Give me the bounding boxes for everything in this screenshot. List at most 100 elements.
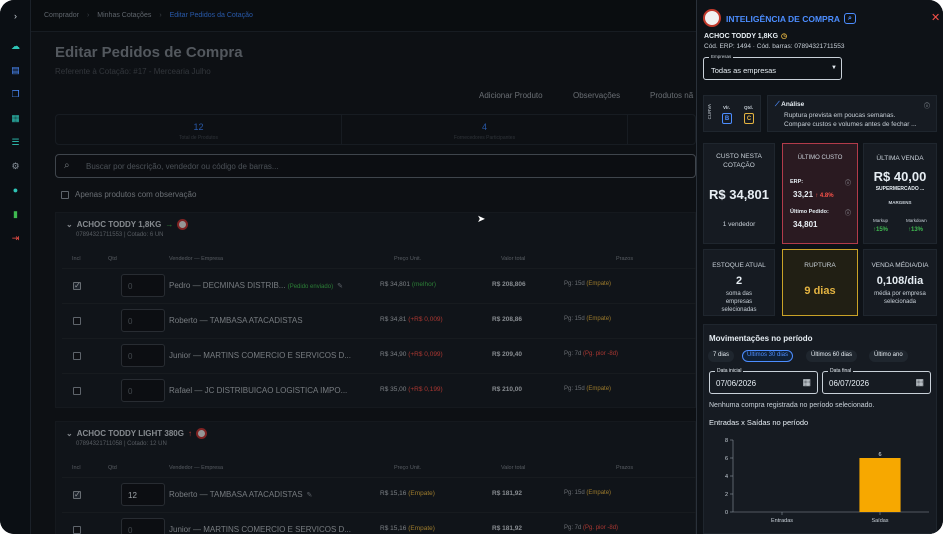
range-30-days[interactable]: Últimos 30 dias [742, 350, 794, 362]
card-sub: 1 vendedor [722, 221, 756, 228]
panel-title: INTELIGÊNCIA DE COMPRA ⌕ [726, 13, 856, 24]
y-tick-label: 0 [725, 510, 728, 516]
y-tick-label: 2 [725, 492, 728, 498]
cost-in-quote-card: CUSTO NESTA COTAÇÃO R$ 34,801 1 vendedor [703, 143, 775, 244]
last-sale-card: ÚLTIMA VENDA R$ 40,00 SUPERMERCADO ... M… [863, 143, 937, 244]
analysis-card: ⟋ Análise ⓘ Ruptura prevista em poucas s… [767, 95, 937, 132]
markup-value: ↑15% [873, 227, 889, 233]
calendar-icon[interactable]: ▦ [915, 377, 924, 388]
bar-saídas [859, 458, 901, 512]
panel-product: ACHOC TODDY 1,8KG ◷ [704, 32, 787, 40]
last-order-label: Último Pedido: [790, 209, 829, 215]
brand-logo [703, 9, 721, 27]
range-7-days[interactable]: 7 dias [708, 350, 735, 362]
erp-label: ERP: [790, 179, 804, 185]
range-last-year[interactable]: Último ano [869, 350, 908, 362]
company-select-label: Empresas [709, 54, 734, 59]
list-icon[interactable]: ☰ [9, 136, 22, 149]
store-name: SUPERMERCADO ... [875, 186, 925, 192]
x-tick-label: Saídas [871, 518, 888, 524]
close-icon[interactable]: ✕ [931, 11, 940, 24]
analysis-line: Ruptura prevista em poucas semanas. [784, 112, 896, 119]
rupture-card: RUPTURA 9 dias [782, 249, 858, 316]
search-icon[interactable]: ⌕ [843, 13, 856, 24]
markdown-value: ↑13% [908, 227, 924, 233]
analysis-line: Compare custos e volumes antes de fechar… [784, 121, 917, 128]
start-date-input[interactable]: Data inicial 07/06/2026 ▦ [709, 368, 818, 394]
copy-icon[interactable]: ❐ [9, 88, 22, 101]
card-title: ESTOQUE ATUAL [712, 262, 766, 269]
stock-card: ESTOQUE ATUAL 2 soma das empresas seleci… [703, 249, 775, 316]
card-title: VENDA MÉDIA/DIA [871, 262, 929, 269]
cloud-icon[interactable]: ☁ [9, 40, 22, 53]
entries-exits-chart: 0 2 4 6 8 Entradas 6 Saídas [725, 438, 929, 524]
erp-value: 33,21 [793, 190, 814, 199]
card-value: 0,108/dia [876, 275, 924, 287]
document-icon[interactable]: ▤ [9, 64, 22, 77]
card-value: R$ 40,00 [873, 169, 927, 184]
end-date-input[interactable]: Data final 06/07/2026 ▦ [822, 368, 931, 394]
erp-delta: ↑ 4.8% [815, 193, 834, 199]
store-icon[interactable]: ▦ [9, 112, 22, 125]
curva-vlr-label: Vlr. [723, 105, 731, 110]
curva-label: CURVA [707, 104, 712, 120]
card-sub: soma das empresas selecionadas [721, 291, 757, 313]
y-tick-label: 8 [725, 438, 728, 444]
card-title: ÚLTIMA VENDA [876, 155, 924, 162]
logout-icon[interactable]: ⇥ [9, 232, 22, 245]
mouse-cursor-icon: ➤ [477, 214, 486, 225]
card-title: CUSTO NESTA COTAÇÃO [716, 153, 762, 169]
side-rail: › ☁ ▤ ❐ ▦ ☰ ⚙ ● ▮ ⇥ [0, 0, 31, 534]
panel-codes: Cód. ERP: 1494 · Cód. barras: 0789432171… [704, 43, 845, 50]
calendar-icon[interactable]: ▦ [802, 377, 811, 388]
expand-icon[interactable]: › [9, 10, 22, 23]
start-date-value: 07/06/2026 [716, 379, 757, 388]
start-date-label: Data inicial [715, 368, 744, 374]
gear-icon[interactable]: ⚙ [9, 160, 22, 173]
markdown-label: Markdown [906, 218, 927, 223]
card-value: 2 [735, 275, 743, 287]
data-label: 6 [878, 452, 881, 458]
app-window: › ☁ ▤ ❐ ▦ ☰ ⚙ ● ▮ ⇥ Comprador › Minhas C… [0, 0, 943, 534]
card-title: ÚLTIMO CUSTO [797, 155, 843, 161]
panel-product-name: ACHOC TODDY 1,8KG [704, 33, 779, 40]
range-60-days[interactable]: Últimos 60 dias [806, 350, 858, 362]
chevron-down-icon: ▼ [831, 65, 837, 71]
analysis-title-text: Análise [781, 101, 805, 108]
card-value: R$ 34,801 [709, 187, 769, 202]
help-icon[interactable]: ⓘ [845, 208, 851, 217]
y-tick-label: 6 [725, 456, 728, 462]
no-purchases-message: Nenhuma compra registrada no período sel… [709, 402, 875, 409]
curva-card: CURVA Vlr. B Qtd. C [703, 95, 761, 132]
y-tick-label: 4 [725, 474, 728, 480]
last-order-value: 34,801 [793, 220, 818, 229]
erp-row: 33,21 ↑ 4.8% [793, 190, 834, 199]
company-select-value: Todas as empresas [711, 66, 777, 75]
company-select[interactable]: Empresas Todas as empresas ▼ [703, 54, 842, 80]
end-date-label: Data final [828, 368, 854, 374]
palette-icon[interactable]: ● [9, 184, 22, 197]
last-cost-card: ÚLTIMO CUSTO ERP: ⓘ 33,21 ↑ 4.8% Último … [782, 143, 858, 244]
markup-label: Markup [873, 218, 889, 223]
analysis-text: Ruptura prevista em poucas semanas. Comp… [784, 111, 917, 129]
end-date-value: 06/07/2026 [829, 379, 870, 388]
file-icon[interactable]: ▮ [9, 208, 22, 221]
curva-qtd-label: Qtd. [744, 105, 753, 110]
card-value: 9 dias [804, 285, 836, 297]
curva-qtd-badge: C [744, 113, 754, 124]
chart-title: Entradas x Saídas no período [709, 418, 809, 427]
x-tick-label: Entradas [771, 518, 793, 524]
card-title: RUPTURA [804, 262, 836, 269]
avg-sales-card: VENDA MÉDIA/DIA 0,108/dia média por empr… [863, 249, 937, 316]
margins-label: MARGENS [888, 200, 912, 205]
help-icon[interactable]: ⓘ [924, 101, 930, 110]
clock-icon: ◷ [781, 33, 788, 40]
curva-vlr-badge: B [722, 113, 732, 124]
help-icon[interactable]: ⓘ [845, 178, 851, 187]
analysis-title: ⟋ Análise [775, 101, 804, 109]
purchase-intelligence-panel: INTELIGÊNCIA DE COMPRA ⌕ ✕ ACHOC TODDY 1… [696, 0, 943, 534]
movements-title: Movimentações no período [709, 334, 813, 343]
card-sub: média por empresa selecionada [874, 291, 926, 305]
modal-backdrop[interactable] [31, 0, 696, 534]
panel-title-text: INTELIGÊNCIA DE COMPRA [726, 13, 840, 24]
